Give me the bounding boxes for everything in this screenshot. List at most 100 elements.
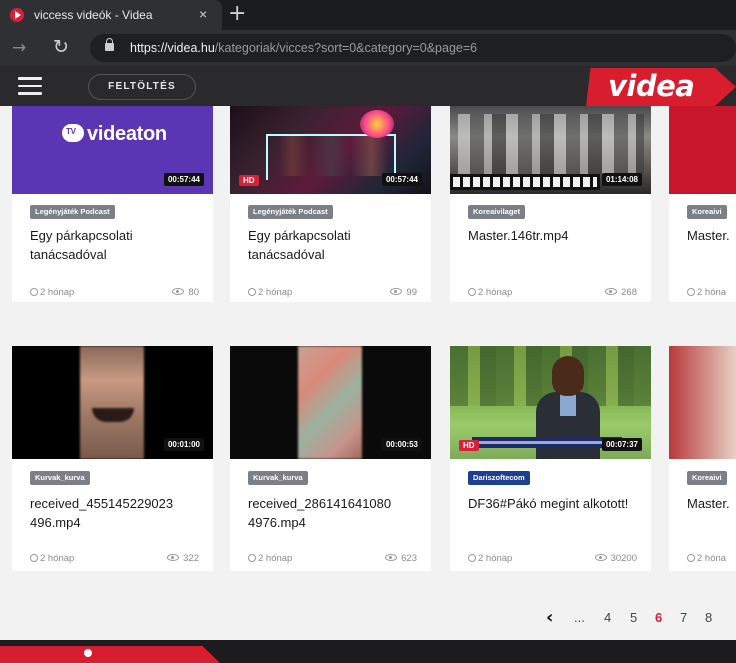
channel-badge[interactable]: Dariszoftecom <box>468 471 530 485</box>
eye-icon <box>605 288 618 295</box>
duration-badge: 00:01:00 <box>163 438 204 451</box>
upload-age: 2 hónap <box>30 287 74 298</box>
upload-age: 2 hónap <box>248 287 292 298</box>
upload-age: 2 hónap <box>468 553 512 564</box>
eye-icon <box>167 554 180 561</box>
clock-icon <box>468 288 476 296</box>
channel-badge[interactable]: Kurvak_kurva <box>248 471 308 485</box>
clock-icon <box>248 554 256 562</box>
video-card-partial[interactable]: Koreaivi Master. 2 hóna <box>669 346 736 571</box>
videa-favicon-icon <box>10 8 24 22</box>
video-thumbnail[interactable]: HD 00:07:37 <box>450 346 651 459</box>
upload-age: 2 hónap <box>30 553 74 564</box>
video-title[interactable]: DF36#Pákó megint alkotott! <box>468 494 646 513</box>
clock-icon <box>30 554 38 562</box>
url-host: https://videa.hu <box>130 41 215 55</box>
page-link[interactable]: 8 <box>705 610 712 625</box>
upload-button[interactable]: FELTÖLTÉS <box>88 74 196 100</box>
video-title[interactable]: Master. <box>687 494 736 513</box>
channel-badge[interactable]: Legényjáték Podcast <box>248 205 333 219</box>
tab-title: viccess videók - Videa <box>34 8 153 22</box>
video-title[interactable]: Egy párkapcsolati tanácsadóval <box>248 226 426 264</box>
pagination-ellipsis: ... <box>574 610 585 625</box>
duration-badge: 00:57:44 <box>163 173 204 186</box>
clock-icon <box>468 554 476 562</box>
channel-badge[interactable]: Legényjáték Podcast <box>30 205 115 219</box>
clock-icon <box>687 288 695 296</box>
view-count: 80 <box>172 287 199 298</box>
forward-icon[interactable]: → <box>12 38 26 58</box>
video-thumbnail[interactable]: 01:14:08 <box>450 106 651 194</box>
video-title[interactable]: Master.146tr.mp4 <box>468 226 646 245</box>
duration-badge: 00:57:44 <box>381 173 422 186</box>
logo-text: videa <box>608 69 695 103</box>
eye-icon <box>385 554 398 561</box>
video-title[interactable]: received_455145229023 496.mp4 <box>30 494 208 532</box>
eye-icon <box>594 554 607 561</box>
video-card[interactable]: HD 00:07:37 Dariszoftecom DF36#Pákó megi… <box>450 346 651 571</box>
reload-icon[interactable]: ↻ <box>53 36 69 58</box>
view-count: 623 <box>385 553 417 564</box>
hd-badge: HD <box>459 440 479 451</box>
hamburger-menu-icon[interactable] <box>18 77 42 95</box>
lock-icon[interactable] <box>105 38 114 51</box>
video-thumbnail[interactable]: HD 00:57:44 <box>230 106 431 194</box>
upload-age: 2 hónap <box>468 287 512 298</box>
video-thumbnail[interactable] <box>669 346 736 459</box>
channel-badge[interactable]: Koreaivi <box>687 205 727 219</box>
upload-age: 2 hóna <box>687 553 726 564</box>
video-card[interactable]: 01:14:08 Koreaivilaget Master.146tr.mp4 … <box>450 106 651 302</box>
browser-toolbar: → ↻ https://videa.hu/kategoriak/vicces?s… <box>0 30 736 66</box>
clock-icon <box>30 288 38 296</box>
address-bar[interactable]: https://videa.hu/kategoriak/vicces?sort=… <box>90 34 736 62</box>
url-path: /kategoriak/vicces?sort=0&category=0&pag… <box>214 41 478 55</box>
eye-icon <box>390 288 403 295</box>
duration-badge: 00:07:37 <box>601 438 642 451</box>
prev-page-button[interactable]: ‹ <box>546 607 553 628</box>
clock-icon <box>248 288 256 296</box>
footer-dot-icon <box>84 649 92 657</box>
video-card[interactable]: 00:00:53 Kurvak_kurva received_286141641… <box>230 346 431 571</box>
view-count: 99 <box>390 287 417 298</box>
page-link-active[interactable]: 6 <box>655 610 662 625</box>
video-title[interactable]: received_286141641080 4976.mp4 <box>248 494 426 532</box>
video-title[interactable]: Egy párkapcsolati tanácsadóval <box>30 226 208 264</box>
video-thumbnail[interactable] <box>669 106 736 194</box>
duration-badge: 00:00:53 <box>381 438 422 451</box>
duration-badge: 01:14:08 <box>601 173 642 186</box>
video-thumbnail[interactable]: videaton 00:57:44 <box>12 106 213 194</box>
browser-tab-strip: viccess videók - Videa × + <box>0 0 736 30</box>
pagination: ‹ ... 4 5 6 7 8 <box>0 606 736 630</box>
footer-brand-bar <box>0 646 220 663</box>
upload-age: 2 hónap <box>248 553 292 564</box>
close-tab-icon[interactable]: × <box>199 6 207 22</box>
browser-tab[interactable]: viccess videók - Videa × <box>0 0 222 30</box>
view-count: 30200 <box>594 553 637 564</box>
video-card[interactable]: HD 00:57:44 Legényjáték Podcast Egy párk… <box>230 106 431 302</box>
videaton-mark-icon <box>62 124 84 142</box>
video-thumbnail[interactable]: 00:01:00 <box>12 346 213 459</box>
view-count: 268 <box>605 287 637 298</box>
clock-icon <box>687 554 695 562</box>
view-count: 322 <box>167 553 199 564</box>
site-footer <box>0 640 736 663</box>
videaton-logo: videaton <box>62 123 167 146</box>
channel-badge[interactable]: Koreaivilaget <box>468 205 526 219</box>
page-link[interactable]: 5 <box>630 610 637 625</box>
url-text: https://videa.hu/kategoriak/vicces?sort=… <box>130 41 477 55</box>
page-link[interactable]: 7 <box>680 610 687 625</box>
eye-icon <box>172 288 185 295</box>
upload-age: 2 hóna <box>687 287 726 298</box>
page-link[interactable]: 4 <box>604 610 611 625</box>
video-card[interactable]: videaton 00:57:44 Legényjáték Podcast Eg… <box>12 106 213 302</box>
videa-logo[interactable]: videa <box>586 68 736 106</box>
channel-badge[interactable]: Koreaivi <box>687 471 727 485</box>
video-grid: videaton 00:57:44 Legényjáték Podcast Eg… <box>0 106 736 606</box>
channel-badge[interactable]: Kurvak_kurva <box>30 471 90 485</box>
video-card[interactable]: 00:01:00 Kurvak_kurva received_455145229… <box>12 346 213 571</box>
video-thumbnail[interactable]: 00:00:53 <box>230 346 431 459</box>
new-tab-button[interactable]: + <box>228 3 246 25</box>
video-title[interactable]: Master. <box>687 226 736 245</box>
video-card-partial[interactable]: Koreaivi Master. 2 hóna <box>669 106 736 302</box>
hd-badge: HD <box>239 175 259 186</box>
